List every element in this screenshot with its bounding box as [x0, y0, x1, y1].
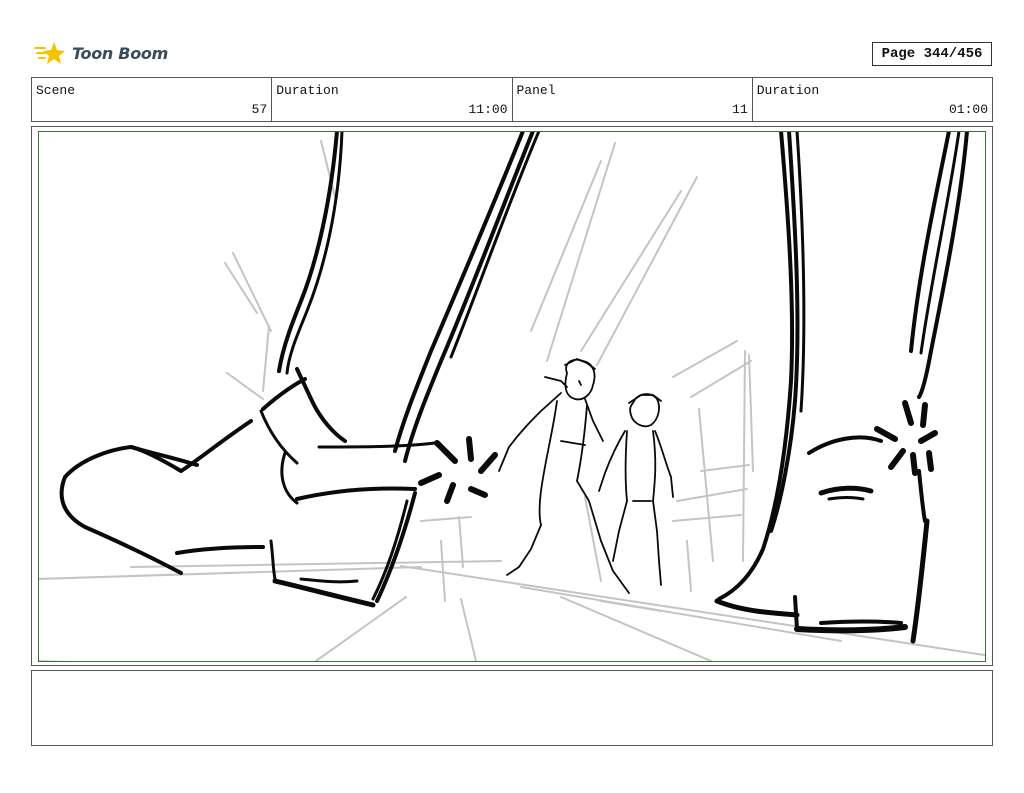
panel-notes-box	[31, 670, 993, 746]
right-impact-burst	[874, 400, 938, 476]
star-burst-icon	[34, 42, 65, 64]
page-counter: Page 344/456	[872, 42, 992, 66]
right-leg-and-shoe	[714, 132, 969, 644]
panel-info-bar: Scene 57 Duration 11:00 Panel 11 Duratio…	[31, 77, 993, 122]
logo-text: Toon Boom	[72, 43, 168, 63]
panel-value: 11	[732, 102, 748, 117]
background-characters	[498, 358, 674, 594]
panel-duration-value: 01:00	[948, 102, 988, 117]
left-leg-and-shoe	[59, 132, 541, 608]
panel-label: Panel	[516, 83, 556, 98]
scene-duration-label: Duration	[276, 83, 339, 98]
scene-cell: Scene 57	[32, 78, 273, 121]
left-impact-burst	[418, 436, 498, 504]
scene-duration-cell: Duration 11:00	[272, 78, 513, 121]
scene-value: 57	[251, 102, 268, 117]
scene-duration-value: 11:00	[468, 102, 508, 117]
panel-duration-cell: Duration 01:00	[753, 78, 992, 121]
storyboard-panel-image	[38, 131, 986, 662]
panel-cell: Panel 11	[513, 78, 753, 121]
sketch-drawing	[39, 132, 985, 661]
background-lines	[39, 140, 985, 661]
toon-boom-logo: Toon Boom	[34, 38, 168, 68]
panel-duration-label: Duration	[756, 83, 820, 98]
scene-label: Scene	[36, 83, 76, 98]
